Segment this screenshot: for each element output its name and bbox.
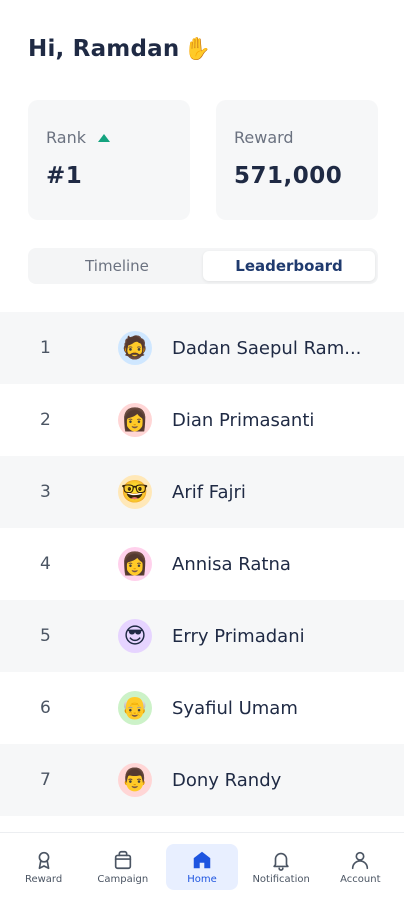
nav-reward[interactable]: Reward bbox=[8, 844, 80, 890]
bag-icon bbox=[114, 850, 131, 869]
nav-label: Home bbox=[187, 873, 217, 885]
leaderboard-row[interactable]: 1 🧔 Dadan Saepul Ram... bbox=[0, 312, 404, 384]
avatar: 😎 bbox=[118, 619, 152, 653]
avatar: 👩 bbox=[118, 403, 152, 437]
nav-label: Reward bbox=[24, 873, 63, 885]
view-switcher: Timeline Leaderboard bbox=[28, 248, 378, 284]
bell-icon bbox=[273, 852, 289, 871]
medal-icon bbox=[38, 851, 50, 869]
rank-number: 3 bbox=[40, 482, 51, 502]
avatar: 🤓 bbox=[118, 475, 152, 509]
reward-value: 571,000 bbox=[234, 163, 343, 189]
nav-account[interactable]: Account bbox=[324, 844, 396, 890]
nav-notification[interactable]: Notification bbox=[245, 844, 317, 890]
tab-timeline[interactable]: Timeline bbox=[31, 251, 203, 281]
leaderboard-row[interactable]: 4 👩 Annisa Ratna bbox=[0, 528, 404, 600]
rank-number: 2 bbox=[40, 410, 51, 430]
leaderboard-row[interactable]: 6 👴 Syafiul Umam bbox=[0, 672, 404, 744]
bottom-nav: Reward Campaign Home Notification Accoun… bbox=[0, 832, 404, 900]
tab-leaderboard[interactable]: Leaderboard bbox=[203, 251, 375, 281]
nav-home[interactable]: Home bbox=[165, 843, 238, 890]
rank-number: 6 bbox=[40, 698, 51, 718]
leaderboard-row[interactable]: 5 😎 Erry Primadani bbox=[0, 600, 404, 672]
avatar: 👴 bbox=[118, 691, 152, 725]
nav-label: Notification bbox=[252, 873, 310, 885]
reward-card: Reward 571,000 bbox=[216, 100, 378, 220]
reward-label: Reward bbox=[234, 128, 294, 147]
avatar: 🧔 bbox=[118, 331, 152, 365]
avatar: 👩 bbox=[118, 547, 152, 581]
user-name: Erry Primadani bbox=[172, 625, 305, 647]
nav-label: Account bbox=[340, 873, 381, 885]
rank-number: 7 bbox=[40, 770, 51, 790]
home-icon bbox=[193, 851, 211, 868]
rank-card: Rank #1 bbox=[28, 100, 190, 220]
leaderboard-list: 1 🧔 Dadan Saepul Ram... 2 👩 Dian Primasa… bbox=[0, 312, 404, 816]
greeting-text: Hi, Ramdan bbox=[28, 36, 180, 62]
user-name: Syafiul Umam bbox=[172, 697, 298, 719]
nav-label: Campaign bbox=[97, 873, 149, 885]
rank-number: 4 bbox=[40, 554, 51, 574]
trend-up-icon bbox=[97, 133, 110, 142]
user-name: Dadan Saepul Ram... bbox=[172, 337, 362, 359]
nav-campaign[interactable]: Campaign bbox=[87, 844, 159, 890]
rank-label: Rank bbox=[46, 128, 86, 147]
user-name: Dony Randy bbox=[172, 769, 282, 791]
rank-number: 5 bbox=[40, 626, 51, 646]
user-name: Arif Fajri bbox=[172, 481, 246, 503]
user-name: Dian Primasanti bbox=[172, 409, 315, 431]
leaderboard-row[interactable]: 2 👩 Dian Primasanti bbox=[0, 384, 404, 456]
leaderboard-row[interactable]: 3 🤓 Arif Fajri bbox=[0, 456, 404, 528]
wave-icon: ✋ bbox=[183, 37, 212, 62]
leaderboard-row[interactable]: 7 👨 Dony Randy bbox=[0, 744, 404, 816]
rank-number: 1 bbox=[40, 338, 51, 358]
avatar: 👨 bbox=[118, 763, 152, 797]
user-icon bbox=[352, 851, 369, 869]
rank-value: #1 bbox=[46, 163, 83, 189]
greeting-title: Hi, Ramdan ✋ bbox=[28, 36, 211, 62]
user-name: Annisa Ratna bbox=[172, 553, 291, 575]
